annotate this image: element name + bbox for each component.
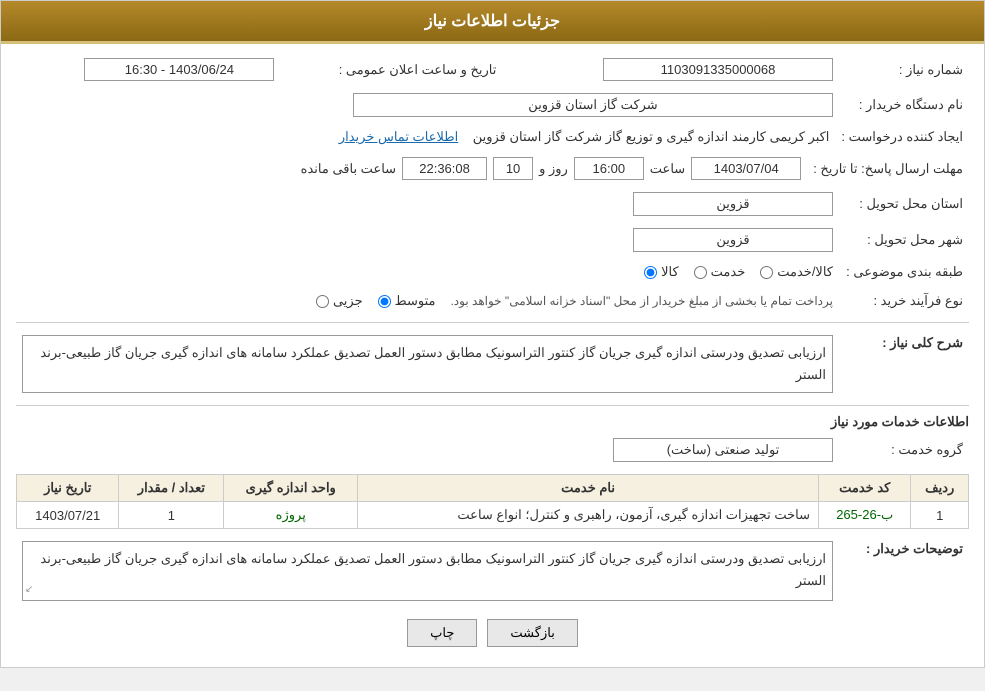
cell-tarikh: 1403/07/21	[17, 502, 119, 529]
nam-dastgah-label: نام دستگاه خریدار :	[839, 89, 969, 121]
shomara-niaz-label: شماره نیاز :	[839, 54, 969, 85]
grooh-label: گروه خدمت :	[839, 434, 969, 466]
col-tedad: تعداد / مقدار	[119, 475, 224, 502]
ostan-label: استان محل تحویل :	[839, 188, 969, 220]
sharh-text: ارزیابی تصدیق ودرستی اندازه گیری جریان گ…	[22, 335, 833, 393]
cell-radif: 1	[911, 502, 969, 529]
noع-farayand-label: نوع فرآیند خرید :	[839, 288, 969, 314]
ijad-konande-label: ایجاد کننده درخواست :	[835, 125, 969, 149]
table-row: 1 ب-26-265 ساخت تجهیزات اندازه گیری، آزم…	[17, 502, 969, 529]
radio-kala-khedmat-label: کالا/خدمت	[777, 264, 833, 280]
cell-vahed: پروژه	[224, 502, 358, 529]
radio-khedmat[interactable]: خدمت	[694, 264, 746, 280]
mohlat-days: 10	[493, 157, 533, 180]
tarikh-aalan-label: تاریخ و ساعت اعلان عمومی :	[280, 54, 502, 85]
tarikh-aalan-value: 1403/06/24 - 16:30	[84, 58, 274, 81]
contact-link[interactable]: اطلاعات تماس خریدار	[339, 129, 458, 144]
shahr-label: شهر محل تحویل :	[839, 224, 969, 256]
col-radif: ردیف	[911, 475, 969, 502]
mohlat-date: 1403/07/04	[691, 157, 801, 180]
tawzih-text: ارزیابی تصدیق ودرستی اندازه گیری جریان گ…	[22, 541, 833, 601]
col-vahed: واحد اندازه گیری	[224, 475, 358, 502]
page-header: جزئیات اطلاعات نیاز	[1, 1, 984, 41]
nam-dastgah-value: شرکت گاز استان قزوین	[353, 93, 833, 117]
days-label: روز و	[539, 161, 568, 177]
payment-note: پرداخت تمام یا بخشی از مبلغ خریدار از مح…	[450, 294, 833, 308]
shahr-value: قزوین	[633, 228, 833, 252]
mohlat-label: مهلت ارسال پاسخ: تا تاریخ :	[807, 153, 969, 184]
grooh-value: تولید صنعتی (ساخت)	[613, 438, 833, 462]
shomara-niaz-value: 1103091335000068	[603, 58, 833, 81]
ijad-konande-value: اکبر کریمی کارمند اندازه گیری و توزیع گا…	[473, 129, 830, 144]
radio-motavasset[interactable]: متوسط	[378, 293, 436, 309]
remaining-label: ساعت باقی مانده	[301, 161, 396, 177]
time-label: ساعت	[650, 161, 685, 177]
header-title: جزئیات اطلاعات نیاز	[425, 13, 560, 30]
sharh-label: شرح کلی نیاز :	[839, 331, 969, 397]
ostan-value: قزوین	[633, 192, 833, 216]
col-kod: کد خدمت	[819, 475, 911, 502]
col-nam: نام خدمت	[358, 475, 819, 502]
radio-motavasset-label: متوسط	[395, 293, 436, 309]
radio-jozii[interactable]: جزیی	[316, 293, 363, 309]
cell-tedad: 1	[119, 502, 224, 529]
buttons-row: بازگشت چاپ	[16, 619, 969, 647]
tabaqe-label: طبقه بندی موضوعی :	[839, 260, 969, 284]
cell-nam: ساخت تجهیزات اندازه گیری، آزمون، راهبری …	[358, 502, 819, 529]
radio-kala[interactable]: کالا	[644, 264, 679, 280]
mohlat-time: 16:00	[574, 157, 644, 180]
print-button[interactable]: چاپ	[407, 619, 477, 647]
services-section-title: اطلاعات خدمات مورد نیاز	[16, 414, 969, 430]
radio-kala-label: کالا	[661, 264, 679, 280]
radio-jozii-label: جزیی	[333, 293, 363, 309]
col-tarikh: تاریخ نیاز	[17, 475, 119, 502]
cell-kod: ب-26-265	[819, 502, 911, 529]
tawzih-label: توضیحات خریدار :	[839, 537, 969, 605]
radio-kala-khedmat[interactable]: کالا/خدمت	[760, 264, 833, 280]
back-button[interactable]: بازگشت	[487, 619, 577, 647]
radio-khedmat-label: خدمت	[711, 264, 746, 280]
mohlat-remaining: 22:36:08	[402, 157, 487, 180]
